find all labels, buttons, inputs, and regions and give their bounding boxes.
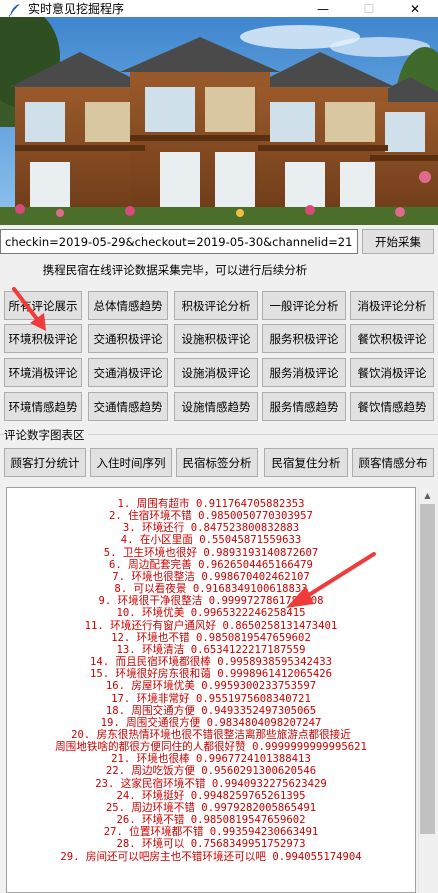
sentiment-distribution-button[interactable]: 顾客情感分布: [352, 448, 434, 477]
env-positive-button[interactable]: 环境积极评论: [4, 324, 82, 353]
result-line: 29. 房间还可以吧房主也不错环境还可以吧 0.994055174904: [60, 850, 362, 863]
facility-positive-button[interactable]: 设施积极评论: [174, 324, 258, 353]
service-trend-button[interactable]: 服务情感趋势: [262, 392, 346, 421]
result-line: 22. 周边吃饭方便 0.9560291300620546: [105, 765, 317, 778]
neutral-analysis-button[interactable]: 一般评论分析: [262, 291, 346, 320]
result-line: 10. 环境优美 0.9965322246258415: [116, 607, 306, 620]
traffic-negative-button[interactable]: 交通消极评论: [88, 358, 168, 387]
maximize-button[interactable]: ☐: [346, 0, 392, 17]
feather-icon: [8, 2, 22, 17]
negative-analysis-button[interactable]: 消极评论分析: [350, 291, 434, 320]
url-params-input[interactable]: [0, 229, 358, 254]
result-line: 24. 环境挺好 0.9948259765261395: [116, 789, 306, 802]
result-line: 12. 环境也不错 0.9850819547659602: [111, 631, 311, 644]
overall-trend-button[interactable]: 总体情感趋势: [88, 291, 168, 320]
result-line: 1. 周围有超市 0.911764705882353: [117, 498, 305, 510]
result-line: 周围地铁啥的都很方便同住的人都很好赞 0.9999999999995621: [55, 741, 367, 754]
result-line: 23. 这家民宿环境不错 0.9940932275623429: [95, 777, 327, 790]
result-line: 26. 环境不错 0.9850819547659602: [116, 814, 306, 827]
result-line: 4. 在小区里面 0.55045871559633: [120, 534, 302, 547]
scroll-thumb[interactable]: [420, 504, 435, 834]
result-line: 25. 周边环境不错 0.9979282005865491: [105, 801, 317, 814]
service-positive-button[interactable]: 服务积极评论: [262, 324, 346, 353]
facility-negative-button[interactable]: 设施消极评论: [174, 358, 258, 387]
result-line: 14. 而且民宿环境都很棒 0.9958938595342433: [89, 656, 333, 669]
scroll-up-icon[interactable]: ▲: [419, 487, 436, 504]
close-button[interactable]: ✕: [392, 0, 438, 17]
result-line: 19. 周围交通很方便 0.9834804098207247: [100, 716, 322, 729]
result-line: 21. 环境也很棒 0.9967724101388413: [111, 753, 311, 766]
result-line: 5. 卫生环境也很好 0.9893193140872607: [103, 546, 319, 559]
tag-analysis-button[interactable]: 民宿标签分析: [176, 448, 258, 477]
results-list: 1. 周围有超市 0.911764705882353 2. 住宿环境不错 0.98…: [7, 488, 415, 863]
dining-positive-button[interactable]: 餐饮积极评论: [350, 324, 434, 353]
chart-section-label: 评论数字图表区: [4, 427, 88, 443]
result-line: 28. 环境可以 0.7568349951752973: [116, 838, 306, 851]
result-line: 16. 房屋环境优美 0.9959300233753597: [105, 680, 317, 693]
env-negative-button[interactable]: 环境消极评论: [4, 358, 82, 387]
result-line: 11. 环境还行有窗户通风好 0.8650258131473401: [84, 619, 338, 632]
rating-stats-button[interactable]: 顾客打分统计: [4, 448, 86, 477]
result-line: 13. 环境清洁 0.6534122217187559: [116, 643, 306, 656]
facility-trend-button[interactable]: 设施情感趋势: [174, 392, 258, 421]
env-trend-button[interactable]: 环境情感趋势: [4, 392, 82, 421]
dining-trend-button[interactable]: 餐饮情感趋势: [350, 392, 434, 421]
title-bar: 实时意见挖掘程序 — ☐ ✕: [0, 0, 438, 17]
result-line: 20. 房东很热情环境也很不错很整洁离那些旅游点都很接近: [71, 728, 351, 741]
result-line: 18. 周围交通方便 0.9493352497305065: [105, 704, 317, 717]
banner-image: [0, 17, 438, 225]
revisit-analysis-button[interactable]: 民宿复住分析: [264, 448, 348, 477]
result-line: 9. 环境很干净很整洁 0.9999727861782208: [98, 595, 324, 608]
result-line: 8. 可以看夜景 0.9168349100618833: [114, 583, 308, 596]
result-line: 27. 位置环境都不错 0.993594230663491: [103, 826, 319, 839]
positive-analysis-button[interactable]: 积极评论分析: [174, 291, 258, 320]
window-title: 实时意见挖掘程序: [28, 2, 125, 16]
result-line: 6. 周边配套完善 0.9626504465166479: [109, 558, 313, 571]
result-line: 3. 环境还行 0.847523800832883: [122, 522, 300, 535]
status-message: 携程民宿在线评论数据采集完毕，可以进行后续分析: [42, 263, 308, 277]
results-scrollbar[interactable]: ▲: [418, 487, 435, 893]
result-line: 17. 环境非常好 0.9551975608340721: [111, 692, 311, 705]
all-comments-button[interactable]: 所有评论展示: [4, 291, 82, 320]
app-window: 实时意见挖掘程序 — ☐ ✕ checkin=2019-05-29&checko…: [0, 0, 438, 893]
service-negative-button[interactable]: 服务消极评论: [262, 358, 346, 387]
start-collect-button[interactable]: 开始采集: [362, 229, 434, 254]
minimize-button[interactable]: —: [300, 0, 346, 17]
traffic-trend-button[interactable]: 交通情感趋势: [88, 392, 168, 421]
result-line: 2. 住宿环境不错 0.9850050770303957: [109, 510, 313, 523]
result-line: 15. 环境很好房东很和蔼 0.9998961412065426: [89, 668, 333, 681]
checkin-timeseries-button[interactable]: 入住时间序列: [90, 448, 172, 477]
results-textarea[interactable]: 1. 周围有超市 0.911764705882353 2. 住宿环境不错 0.98…: [6, 487, 416, 893]
result-line: 7. 环境也很整洁 0.998670402462107: [112, 570, 310, 583]
dining-negative-button[interactable]: 餐饮消极评论: [350, 358, 434, 387]
traffic-positive-button[interactable]: 交通积极评论: [88, 324, 168, 353]
